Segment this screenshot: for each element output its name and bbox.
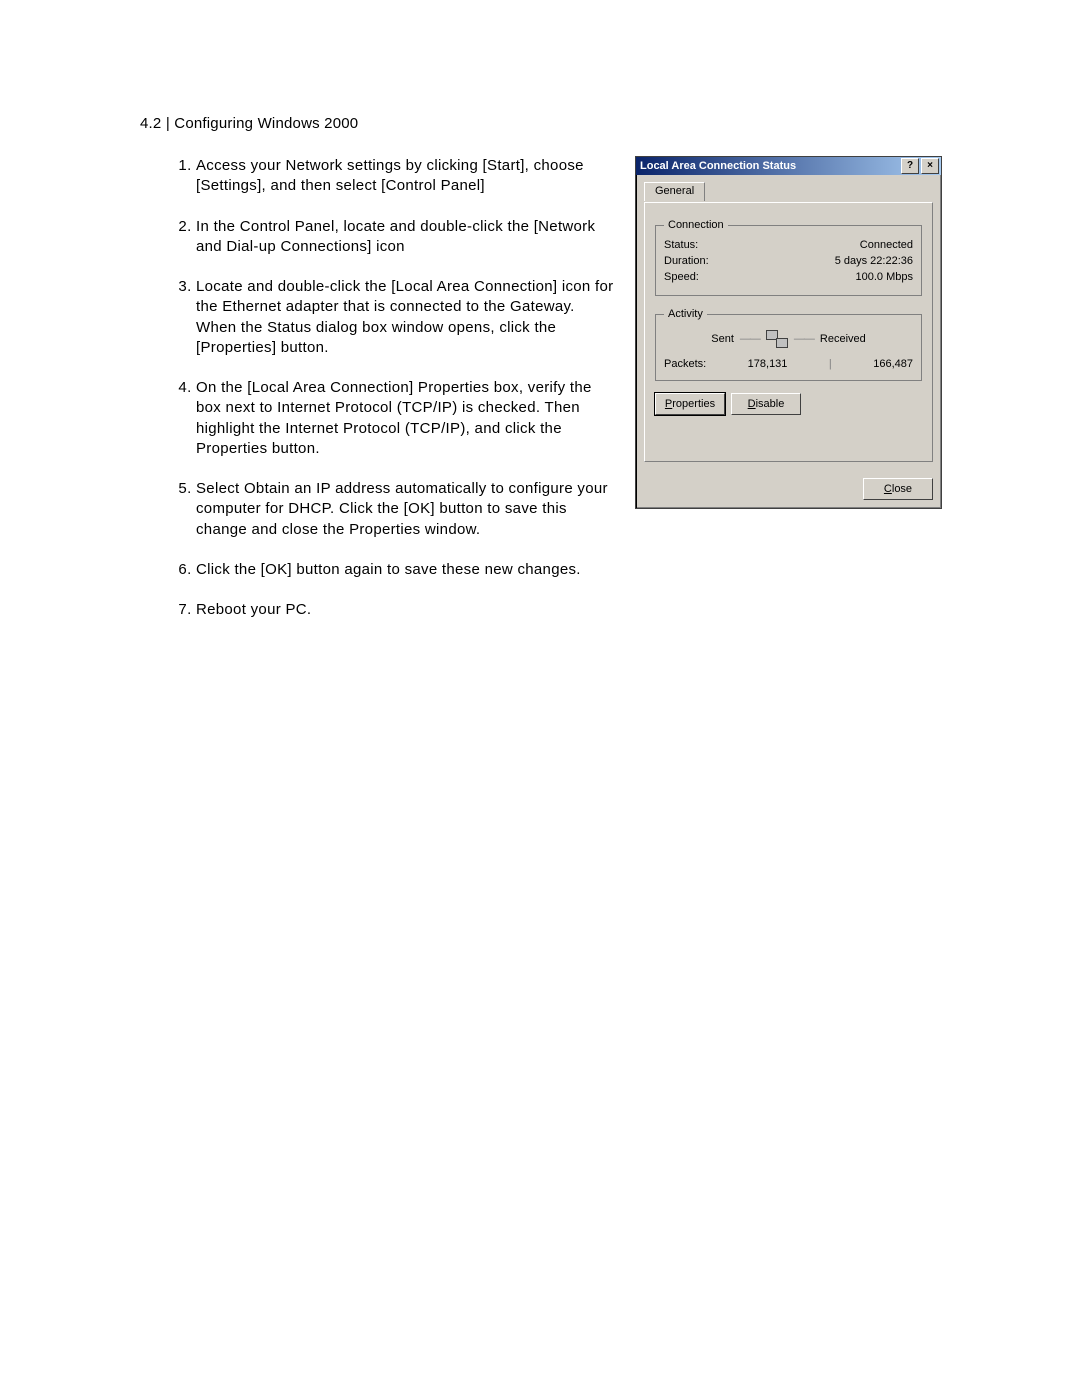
help-button[interactable]: ?	[901, 158, 919, 174]
dialog-title: Local Area Connection Status	[640, 160, 796, 172]
step-7: Reboot your PC.	[196, 600, 940, 620]
tab-strip: General	[644, 181, 933, 203]
connection-group: Connection Status: Connected Duration: 5…	[655, 219, 922, 296]
activity-group-label: Activity	[664, 308, 707, 320]
section-body: Local Area Connection Status ? × General…	[140, 156, 940, 640]
disable-button-rest: isable	[756, 398, 785, 410]
sent-label: Sent	[711, 333, 734, 345]
activity-group: Activity Sent —— —— Received	[655, 308, 922, 381]
connection-status-dialog: Local Area Connection Status ? × General…	[635, 156, 942, 509]
activity-header-row: Sent —— —— Received	[664, 330, 913, 348]
close-icon: ×	[927, 161, 933, 171]
connection-group-label: Connection	[664, 219, 728, 231]
tab-general[interactable]: General	[644, 182, 705, 201]
speed-label: Speed:	[664, 271, 699, 283]
duration-label: Duration:	[664, 255, 709, 267]
properties-button-rest: roperties	[672, 398, 715, 410]
packets-sent-value: 178,131	[748, 358, 788, 370]
close-button-rest: lose	[892, 483, 912, 495]
duration-value: 5 days 22:22:36	[835, 255, 913, 267]
network-activity-icon	[766, 330, 788, 348]
divider-left: ——	[740, 333, 760, 345]
received-label: Received	[820, 333, 866, 345]
tab-panel-general: Connection Status: Connected Duration: 5…	[644, 202, 933, 462]
dialog-wrapper: Local Area Connection Status ? × General…	[635, 156, 940, 509]
disable-button[interactable]: Disable	[731, 393, 801, 415]
titlebar-buttons: ? ×	[901, 158, 939, 174]
close-window-button[interactable]: ×	[921, 158, 939, 174]
packets-label: Packets:	[664, 358, 706, 370]
properties-button[interactable]: Properties	[655, 393, 725, 415]
dialog-button-row: Properties Disable	[655, 393, 922, 415]
divider-right: ——	[794, 333, 814, 345]
status-label: Status:	[664, 239, 698, 251]
section-heading: 4.2 | Configuring Windows 2000	[140, 115, 940, 132]
dialog-body: General Connection Status: Connected Dur…	[636, 175, 941, 470]
packets-row: Packets: 178,131 | 166,487	[664, 354, 913, 370]
packets-received-value: 166,487	[873, 358, 913, 370]
packets-separator: |	[829, 358, 832, 370]
dialog-footer: Close	[636, 470, 941, 508]
close-button[interactable]: Close	[863, 478, 933, 500]
step-6: Click the [OK] button again to save thes…	[196, 560, 940, 580]
dialog-titlebar: Local Area Connection Status ? ×	[636, 157, 941, 175]
help-icon: ?	[907, 161, 913, 171]
status-value: Connected	[860, 239, 913, 251]
speed-value: 100.0 Mbps	[856, 271, 913, 283]
